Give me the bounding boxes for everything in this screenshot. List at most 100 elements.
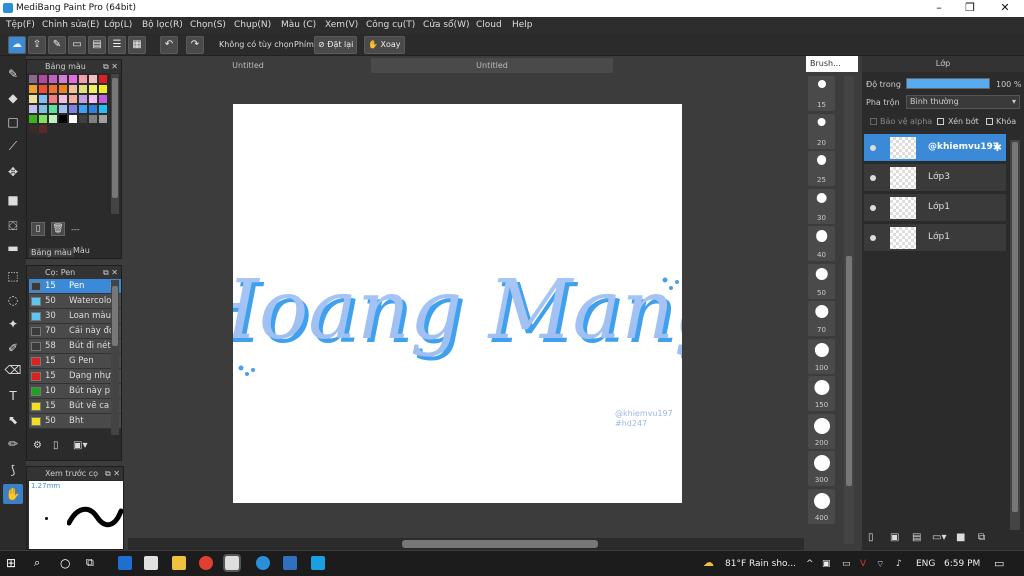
tab-untitled-2[interactable]: Untitled xyxy=(371,58,613,73)
lasso-tool-icon[interactable]: ◌ xyxy=(3,290,23,310)
redo-button[interactable]: ↷ xyxy=(186,36,204,54)
palette-swatch[interactable] xyxy=(99,105,107,113)
brush-size-option[interactable]: 300 xyxy=(808,451,835,486)
select-pen-tool-icon[interactable]: ✐ xyxy=(3,338,23,358)
palette-swatch[interactable] xyxy=(29,125,37,133)
palette-swatch[interactable] xyxy=(69,75,77,83)
palette-swatch[interactable] xyxy=(49,105,57,113)
line-tool-icon[interactable]: ⟋ xyxy=(3,136,23,156)
menu-layer[interactable]: Lớp(L) xyxy=(104,20,132,30)
new-brush-icon[interactable]: ▯ xyxy=(53,440,67,454)
select-eraser-tool-icon[interactable]: ⌫ xyxy=(3,360,23,380)
canvas-h-scroll-thumb[interactable] xyxy=(402,540,598,548)
tab-color[interactable]: Màu xyxy=(73,246,90,255)
palette-swatch[interactable] xyxy=(39,105,47,113)
comment-icon[interactable]: ✎ xyxy=(48,36,66,54)
volume-icon[interactable]: ♪ xyxy=(896,559,902,569)
color-scrollbar[interactable] xyxy=(111,74,119,214)
eye-icon[interactable] xyxy=(870,235,876,241)
eye-icon[interactable] xyxy=(870,175,876,181)
windows-start-icon[interactable]: ⊞ xyxy=(6,556,20,570)
layer-row[interactable]: Lớp3 xyxy=(864,164,1006,192)
brush-size-option[interactable]: 25 xyxy=(808,151,835,186)
brush-menu-icon[interactable]: ▣▾ xyxy=(73,440,93,454)
palette-swatch[interactable] xyxy=(79,105,87,113)
edge-icon[interactable] xyxy=(118,556,132,570)
fill-rect-tool-icon[interactable]: ■ xyxy=(3,190,23,210)
weather-text[interactable]: 81°F Rain sho... xyxy=(725,559,796,569)
tab-palette[interactable]: Bảng màu xyxy=(29,248,74,257)
brush-item[interactable]: 50 Watercolor xyxy=(29,294,121,309)
new-layer-icon[interactable]: ▯ xyxy=(868,532,874,543)
palette-swatch[interactable] xyxy=(59,75,67,83)
clock[interactable]: 6:59 PM xyxy=(944,559,980,569)
gear-icon[interactable]: ✱ xyxy=(993,141,1002,154)
brush-size-scrollbar[interactable] xyxy=(844,76,854,544)
undo-button[interactable]: ↶ xyxy=(160,36,178,54)
brush-item[interactable]: 70 Cái này đó xyxy=(29,324,121,339)
weather-icon[interactable]: ☁ xyxy=(703,556,714,569)
camera-icon[interactable]: ▣ xyxy=(822,559,831,569)
zoom-icon[interactable] xyxy=(256,556,270,570)
menu-cloud[interactable]: Cloud xyxy=(476,20,502,30)
color-scroll-thumb[interactable] xyxy=(112,78,118,198)
chevron-up-icon[interactable]: ^ xyxy=(806,559,814,569)
brush-size-option[interactable]: 400 xyxy=(808,488,835,524)
network-icon[interactable]: ⌔ xyxy=(876,559,884,570)
menu-color[interactable]: Màu (C) xyxy=(281,20,316,30)
palette-swatch[interactable] xyxy=(29,75,37,83)
brush-item[interactable]: 15 Dạng nhựa xyxy=(29,369,121,384)
brush-size-scroll-thumb[interactable] xyxy=(846,256,852,486)
cloud-icon[interactable]: ☁ xyxy=(8,36,26,54)
search-icon[interactable]: ⌕ xyxy=(34,556,48,570)
reset-button[interactable]: ⊘ Đặt lại xyxy=(314,36,358,54)
document-icon[interactable]: ▤ xyxy=(88,36,106,54)
palette-swatch[interactable] xyxy=(39,95,47,103)
tab-untitled-1[interactable]: Untitled xyxy=(128,58,368,73)
brush-size-option[interactable]: 50 xyxy=(808,263,835,299)
gradient-tool-icon[interactable]: ▬ xyxy=(3,238,23,258)
chat-icon[interactable]: ▭ xyxy=(68,36,86,54)
eye-icon[interactable] xyxy=(870,145,876,151)
brush-size-option[interactable]: 30 xyxy=(808,188,835,224)
palette-swatch[interactable] xyxy=(79,85,87,93)
close-icon[interactable]: ⧉ ✕ xyxy=(103,266,118,279)
menu-filter[interactable]: Bộ lọc(R) xyxy=(142,20,183,30)
brush-item[interactable]: 30 Loan màu xyxy=(29,309,121,324)
bucket-tool-icon[interactable]: ⛋ xyxy=(3,216,23,236)
layers-scroll-thumb[interactable] xyxy=(1012,142,1018,512)
palette-swatch[interactable] xyxy=(29,105,37,113)
clipping-checkbox[interactable] xyxy=(937,118,944,125)
store-icon[interactable] xyxy=(144,556,158,570)
close-icon[interactable]: ⧉ ✕ xyxy=(105,467,120,480)
palette-swatch[interactable] xyxy=(39,125,47,133)
close-button[interactable]: ✕ xyxy=(990,1,1020,14)
photos-icon[interactable] xyxy=(283,556,297,570)
battery-icon[interactable]: ▭ xyxy=(842,559,851,569)
brush-size-option[interactable]: 40 xyxy=(808,226,835,261)
palette-swatch[interactable] xyxy=(79,75,87,83)
skype-icon[interactable] xyxy=(311,556,325,570)
palette-swatch[interactable] xyxy=(39,85,47,93)
delete-color-icon[interactable]: 🗑 xyxy=(51,222,65,236)
brush-size-option[interactable]: 200 xyxy=(808,413,835,449)
palette-swatch[interactable] xyxy=(99,85,107,93)
layers-scrollbar[interactable] xyxy=(1010,140,1020,530)
layer-row[interactable]: Lớp1 xyxy=(864,224,1006,252)
folder-icon[interactable]: ■ xyxy=(956,532,965,543)
palette-swatch[interactable] xyxy=(69,105,77,113)
brush-scrollbar[interactable] xyxy=(111,280,119,435)
palette-swatch[interactable] xyxy=(29,115,37,123)
palette-swatch[interactable] xyxy=(39,115,47,123)
eraser-tool-icon[interactable]: ◆ xyxy=(3,88,23,108)
blend-select[interactable]: Bình thường ▾ xyxy=(906,95,1020,109)
new-layer-8bit-icon[interactable]: ▣ xyxy=(890,532,899,543)
shape-tool-icon[interactable]: □ xyxy=(3,112,23,132)
antivirus-icon[interactable]: V xyxy=(860,559,866,569)
brush-size-option[interactable]: 100 xyxy=(808,338,835,374)
brush-item[interactable]: 15Pen✱ xyxy=(29,279,121,294)
duplicate-layer-icon[interactable]: ⧉ xyxy=(978,532,985,543)
menu-help[interactable]: Help xyxy=(512,20,533,30)
brush-item[interactable]: 58 Bút đi nét xyxy=(29,339,121,354)
palette-swatch[interactable] xyxy=(49,115,57,123)
